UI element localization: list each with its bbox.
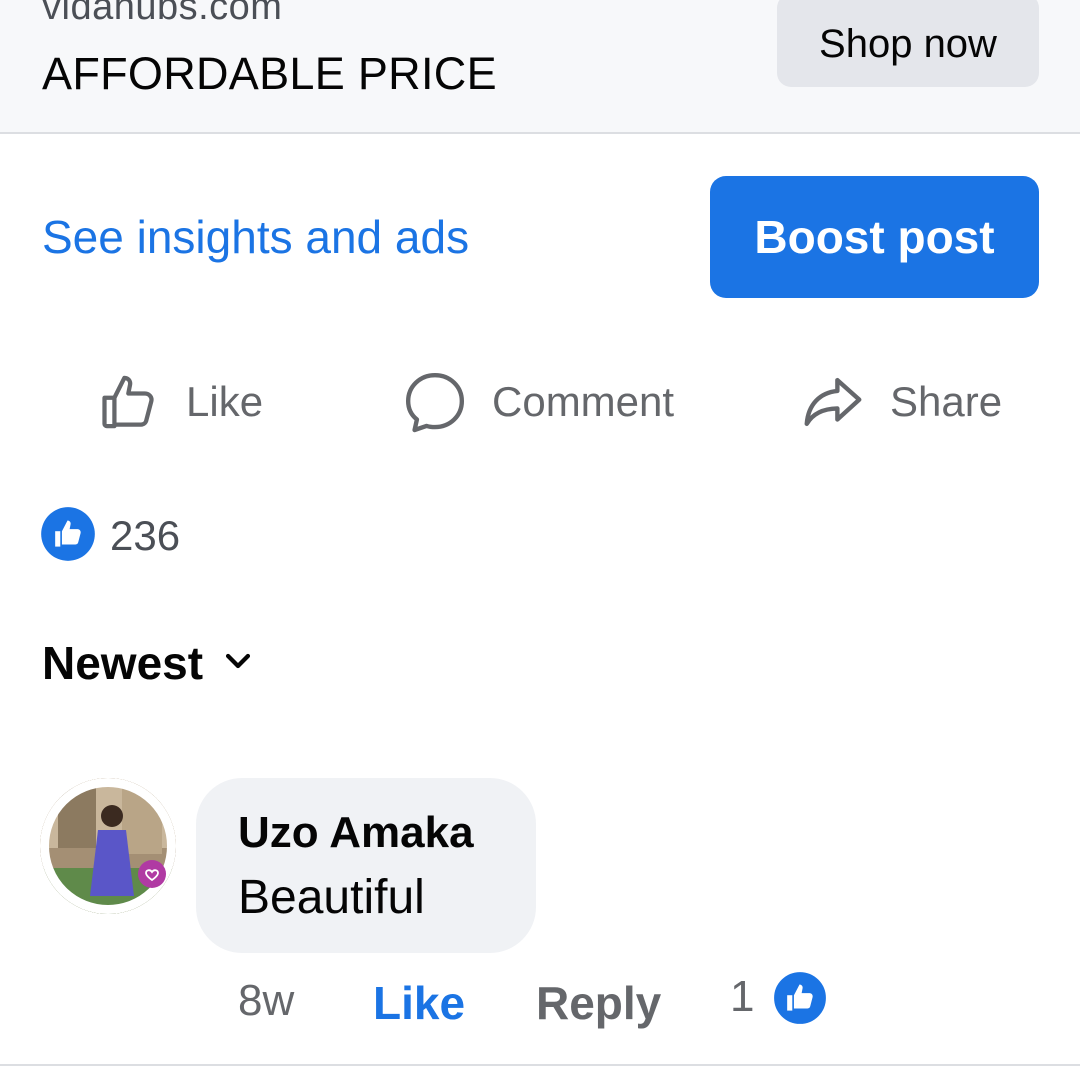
ad-domain: vidahubs.com [42,0,283,28]
comment-bubble-icon [400,367,470,437]
comments-sort-dropdown[interactable]: Newest [42,636,255,690]
divider [0,1064,1080,1066]
comment-author[interactable]: Uzo Amaka [238,808,474,858]
see-insights-link[interactable]: See insights and ads [42,210,469,264]
share-arrow-icon [798,367,868,437]
like-button[interactable]: Like [96,360,263,444]
comment-timestamp[interactable]: 8w [238,976,294,1026]
share-button[interactable]: Share [798,360,1002,444]
comment-meta: 8w Like Reply 1 [238,970,938,1034]
share-label: Share [890,378,1003,425]
comment-button[interactable]: Comment [400,360,674,444]
comment-label: Comment [492,378,675,425]
comment-like-button[interactable]: Like [373,976,465,1030]
shop-now-button[interactable]: Shop now [777,0,1039,87]
comment-text: Beautiful [238,871,425,924]
sort-label: Newest [42,637,204,689]
like-label: Like [186,378,264,425]
ad-link-preview[interactable]: vidahubs.com AFFORDABLE PRICE Shop now [0,0,1080,134]
chevron-down-icon [203,644,255,683]
comment-like-reaction-icon[interactable] [772,970,828,1031]
boost-post-button[interactable]: Boost post [710,176,1039,298]
comment-reply-button[interactable]: Reply [536,976,661,1030]
post-action-bar: Like Comment Share [0,360,1080,444]
avatar[interactable] [40,778,176,914]
reaction-summary[interactable]: 236 [40,506,181,567]
like-reaction-icon [40,506,96,567]
reaction-count: 236 [110,512,181,559]
comment-reaction-count: 1 [730,972,755,1021]
comment-bubble[interactable]: Uzo Amaka Beautiful [196,778,536,953]
thumbs-up-icon [96,368,164,436]
ad-headline: AFFORDABLE PRICE [42,48,497,99]
